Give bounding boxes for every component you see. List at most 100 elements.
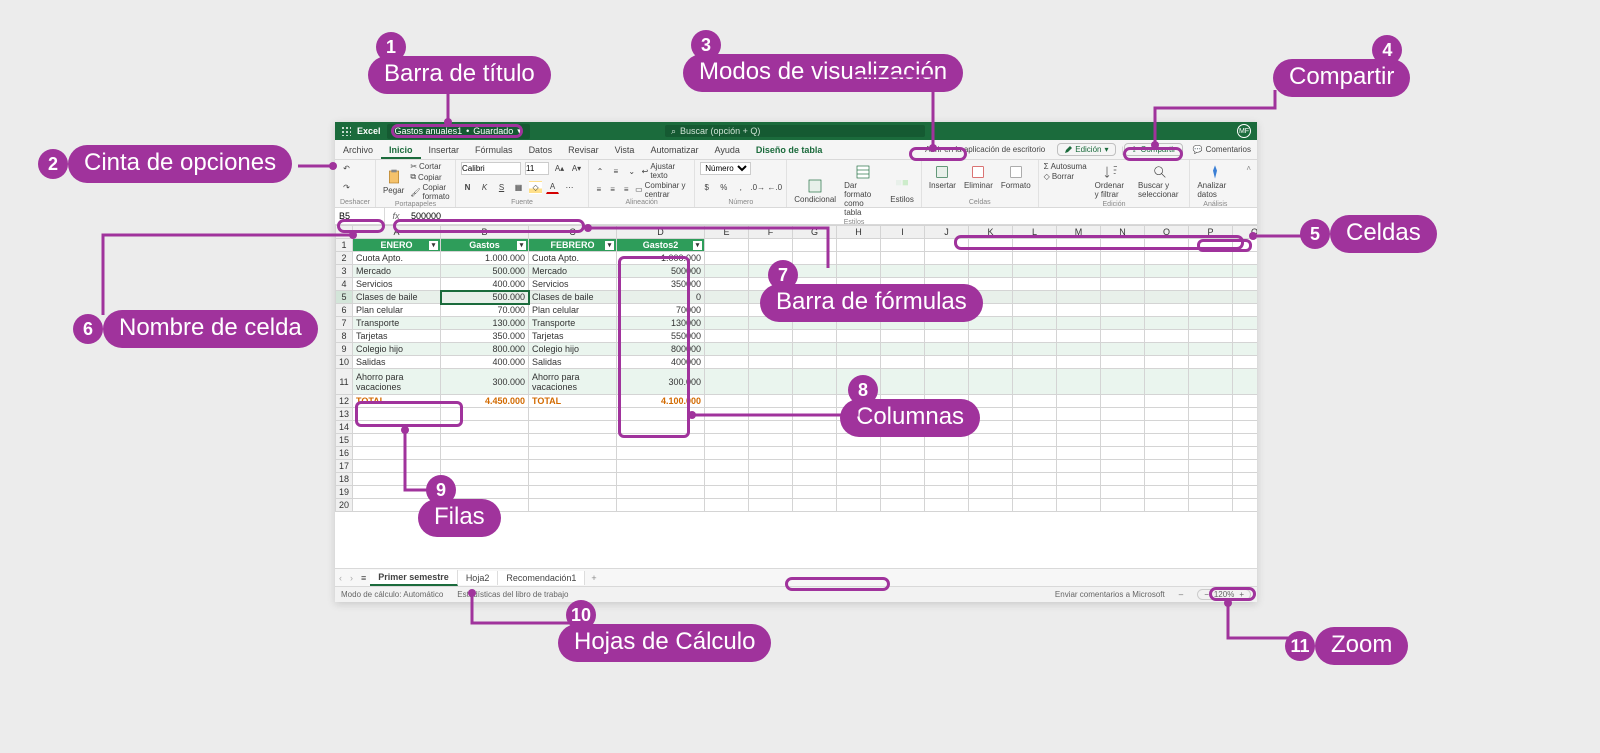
cell[interactable] [1145,434,1189,447]
sheet-tab[interactable]: Hoja2 [458,571,499,585]
cell[interactable] [793,447,837,460]
row-header[interactable]: 6 [336,304,353,317]
tab-formulas[interactable]: Fórmulas [467,140,521,159]
cell[interactable] [837,447,881,460]
sort-filter-button[interactable]: Ordenar y filtrar [1093,162,1130,201]
feedback-link[interactable]: Enviar comentarios a Microsoft [1055,590,1165,599]
sheet-tab[interactable]: Primer semestre [370,570,458,586]
cell[interactable] [1145,486,1189,499]
cell[interactable] [1057,434,1101,447]
cell[interactable] [749,460,793,473]
cell[interactable] [749,421,793,434]
cell[interactable] [793,486,837,499]
cell[interactable] [1013,356,1057,369]
cell[interactable] [749,356,793,369]
italic-button[interactable]: K [478,181,491,194]
cell[interactable] [881,447,925,460]
cell[interactable] [441,408,529,421]
sheet-tab[interactable]: Recomendación1 [498,571,585,585]
align-right-icon[interactable]: ≡ [621,183,631,196]
cell[interactable] [529,499,617,512]
table-header-cell[interactable]: FEBRERO▾ [529,239,617,252]
cell[interactable] [881,343,925,356]
cell[interactable] [1101,499,1145,512]
cell[interactable]: Salidas [529,356,617,369]
cell[interactable] [1189,343,1233,356]
cell[interactable] [1057,460,1101,473]
cell[interactable] [837,343,881,356]
row-header[interactable]: 17 [336,460,353,473]
cell[interactable]: 130.000 [441,317,529,330]
font-size-input[interactable] [525,162,549,175]
align-left-icon[interactable]: ≡ [594,183,604,196]
cell[interactable] [353,434,441,447]
cell[interactable]: Mercado [353,265,441,278]
cell[interactable] [1057,356,1101,369]
cell[interactable] [1189,252,1233,265]
select-all-corner[interactable] [336,226,353,239]
cell[interactable] [793,499,837,512]
zoom-in-icon[interactable]: + [1239,590,1244,599]
cell[interactable] [1189,369,1233,395]
cell[interactable] [1189,473,1233,486]
insert-cells-button[interactable]: Insertar [927,162,958,192]
tab-inicio[interactable]: Inicio [381,140,421,159]
cell[interactable] [749,330,793,343]
cell[interactable] [925,343,969,356]
cell[interactable]: Plan celular [529,304,617,317]
cell[interactable]: Ahorro para vacaciones [353,369,441,395]
tab-insertar[interactable]: Insertar [421,140,468,159]
row-header[interactable]: 8 [336,330,353,343]
delete-cells-button[interactable]: Eliminar [962,162,995,192]
comma-icon[interactable]: , [734,181,747,194]
cell[interactable]: Servicios [529,278,617,291]
cell[interactable] [529,408,617,421]
cell[interactable] [1057,369,1101,395]
cell[interactable] [1057,239,1101,252]
cell[interactable] [529,434,617,447]
cell[interactable] [617,434,705,447]
row-header[interactable]: 20 [336,499,353,512]
row-header[interactable]: 12 [336,395,353,408]
tab-datos[interactable]: Datos [521,140,561,159]
cell[interactable] [793,460,837,473]
row-header[interactable]: 3 [336,265,353,278]
row-header[interactable]: 1 [336,239,353,252]
cell[interactable] [1101,330,1145,343]
user-avatar[interactable]: MF [1237,124,1251,138]
cell[interactable] [705,421,749,434]
cell[interactable] [837,499,881,512]
cell[interactable]: Ahorro para vacaciones [529,369,617,395]
cell[interactable] [793,473,837,486]
row-header[interactable]: 18 [336,473,353,486]
cell[interactable] [1233,499,1257,512]
redo-button[interactable]: ↷ [340,181,353,194]
cell[interactable] [353,447,441,460]
find-select-button[interactable]: Buscar y seleccionar [1136,162,1184,201]
cell[interactable] [1101,278,1145,291]
cell[interactable] [749,447,793,460]
cell[interactable] [1233,239,1257,252]
cell[interactable] [1013,460,1057,473]
cell[interactable] [529,473,617,486]
conditional-format-button[interactable]: Condicional [792,176,838,206]
cell[interactable] [705,369,749,395]
cell[interactable] [1013,239,1057,252]
cell[interactable] [1101,252,1145,265]
cell[interactable]: Colegio hijo [353,343,441,356]
column-header[interactable]: E [705,226,749,239]
cell[interactable]: Transporte [353,317,441,330]
cell[interactable] [1057,421,1101,434]
cell[interactable] [1013,369,1057,395]
cell[interactable] [1233,421,1257,434]
cell[interactable] [925,356,969,369]
cell[interactable] [1145,460,1189,473]
cell[interactable]: 350.000 [441,330,529,343]
workbook-stats[interactable]: Estadísticas del libro de trabajo [457,590,568,599]
cell[interactable] [1057,408,1101,421]
cell[interactable] [1013,317,1057,330]
filter-dropdown-icon[interactable]: ▾ [605,241,614,250]
cell[interactable] [1189,304,1233,317]
cell[interactable]: 500.000 [441,265,529,278]
cell[interactable]: Transporte [529,317,617,330]
